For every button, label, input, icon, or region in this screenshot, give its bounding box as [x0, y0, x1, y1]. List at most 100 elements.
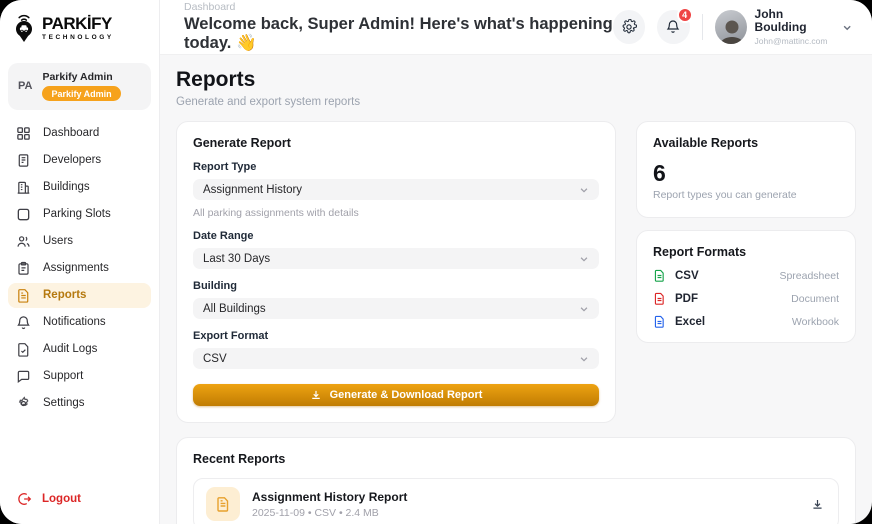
select-value: All Buildings [203, 303, 266, 315]
brand-tagline: TECHNOLOGY [42, 34, 114, 41]
notifications-button[interactable]: 4 [657, 10, 689, 44]
report-item-meta: 2025-11-09 • CSV • 2.4 MB [252, 507, 407, 519]
parkify-pin-logo-icon [12, 13, 36, 43]
available-reports-title: Available Reports [653, 136, 839, 150]
bell-icon [665, 19, 681, 35]
sidebar-item-notifications[interactable]: Notifications [8, 310, 151, 335]
user-info: John Boulding John@mattinc.com [755, 8, 834, 46]
bell-icon [16, 315, 31, 330]
profile-initials: PA [18, 80, 32, 92]
brand-text: PARKİFY TECHNOLOGY [42, 15, 114, 41]
format-name: Excel [675, 316, 705, 328]
format-row-excel: Excel Workbook [653, 315, 839, 328]
profile-name: Parkify Admin [42, 71, 120, 83]
settings-button[interactable] [613, 10, 645, 44]
profile-role-badge: Parkify Admin [42, 86, 120, 101]
logout-button[interactable]: Logout [0, 480, 159, 524]
content-area: Reports Generate and export system repor… [160, 55, 872, 524]
content-grid: Generate Report Report Type Assignment H… [176, 121, 856, 423]
sidebar-item-label: Developers [43, 154, 101, 166]
sidebar-item-support[interactable]: Support [8, 364, 151, 389]
sidebar-item-label: Assignments [43, 262, 109, 274]
audit-log-icon [16, 342, 31, 357]
sidebar-nav: Dashboard Developers Buildings Parking S… [0, 120, 159, 417]
report-list-item[interactable]: Assignment History Report 2025-11-09 • C… [193, 478, 839, 524]
format-type: Document [791, 293, 839, 305]
select-value: CSV [203, 353, 227, 365]
developers-icon [16, 153, 31, 168]
sidebar-item-label: Users [43, 235, 73, 247]
user-email: John@mattinc.com [755, 36, 834, 46]
sidebar-item-assignments[interactable]: Assignments [8, 256, 151, 281]
sidebar-item-reports[interactable]: Reports [8, 283, 151, 308]
sidebar-item-audit-logs[interactable]: Audit Logs [8, 337, 151, 362]
report-type-select[interactable]: Assignment History [193, 179, 599, 200]
select-value: Last 30 Days [203, 253, 270, 265]
available-reports-description: Report types you can generate [653, 189, 839, 201]
report-formats-card: Report Formats CSV Spreadsheet PDF Docum… [636, 230, 856, 343]
download-icon [310, 389, 322, 401]
breadcrumb: Dashboard [184, 1, 613, 13]
sidebar-item-buildings[interactable]: Buildings [8, 175, 151, 200]
sidebar-item-label: Support [43, 370, 83, 382]
brand-logo[interactable]: PARKİFY TECHNOLOGY [0, 0, 159, 55]
user-menu[interactable]: John Boulding John@mattinc.com [715, 8, 852, 46]
welcome-message: Welcome back, Super Admin! Here's what's… [184, 15, 613, 53]
report-formats-title: Report Formats [653, 245, 839, 259]
chevron-down-icon [579, 185, 589, 195]
select-value: Assignment History [203, 184, 302, 196]
sidebar-item-label: Notifications [43, 316, 106, 328]
page-title: Reports [176, 68, 856, 92]
sidebar: PARKİFY TECHNOLOGY PA Parkify Admin Park… [0, 0, 160, 524]
recent-reports-card: Recent Reports Assignment History Report… [176, 437, 856, 524]
building-select[interactable]: All Buildings [193, 298, 599, 319]
generate-download-button[interactable]: Generate & Download Report [193, 384, 599, 406]
available-reports-count: 6 [653, 160, 839, 187]
sidebar-profile-card[interactable]: PA Parkify Admin Parkify Admin [8, 63, 151, 110]
avatar [715, 10, 747, 44]
chevron-down-icon [579, 254, 589, 264]
sidebar-item-parking-slots[interactable]: Parking Slots [8, 202, 151, 227]
sidebar-item-label: Buildings [43, 181, 90, 193]
sidebar-item-label: Settings [43, 397, 85, 409]
recent-reports-title: Recent Reports [193, 452, 839, 466]
sidebar-item-developers[interactable]: Developers [8, 148, 151, 173]
header-actions: 4 John Boulding John@mattinc.com [613, 8, 852, 46]
report-item-text: Assignment History Report 2025-11-09 • C… [252, 490, 407, 519]
chevron-down-icon [842, 22, 852, 33]
clipboard-icon [16, 261, 31, 276]
right-column: Available Reports 6 Report types you can… [636, 121, 856, 423]
export-format-label: Export Format [193, 330, 599, 342]
chevron-down-icon [579, 354, 589, 364]
format-row-pdf: PDF Document [653, 292, 839, 305]
avatar-silhouette [715, 16, 747, 44]
format-type: Spreadsheet [779, 270, 839, 282]
sidebar-item-settings[interactable]: Settings [8, 391, 151, 416]
date-range-select[interactable]: Last 30 Days [193, 248, 599, 269]
gear-icon [621, 19, 637, 35]
notification-count-badge: 4 [677, 7, 693, 23]
export-format-select[interactable]: CSV [193, 348, 599, 369]
download-icon [811, 498, 824, 511]
sidebar-item-label: Audit Logs [43, 343, 97, 355]
app-window: PARKİFY TECHNOLOGY PA Parkify Admin Park… [0, 0, 872, 524]
sidebar-item-label: Reports [43, 289, 86, 301]
building-label: Building [193, 280, 599, 292]
report-type-helper: All parking assignments with details [193, 207, 599, 219]
report-type-label: Report Type [193, 161, 599, 173]
sidebar-item-label: Dashboard [43, 127, 99, 139]
sidebar-item-label: Parking Slots [43, 208, 111, 220]
building-icon [16, 180, 31, 195]
document-icon [215, 496, 231, 512]
sidebar-item-users[interactable]: Users [8, 229, 151, 254]
chat-bubble-icon [16, 369, 31, 384]
chevron-down-icon [579, 304, 589, 314]
excel-file-icon [653, 315, 666, 328]
report-item-name: Assignment History Report [252, 490, 407, 504]
csv-file-icon [653, 269, 666, 282]
brand-name: PARKİFY [42, 15, 114, 32]
sidebar-item-dashboard[interactable]: Dashboard [8, 121, 151, 146]
format-type: Workbook [792, 316, 839, 328]
download-report-button[interactable] [811, 498, 824, 511]
generate-button-label: Generate & Download Report [330, 389, 483, 401]
